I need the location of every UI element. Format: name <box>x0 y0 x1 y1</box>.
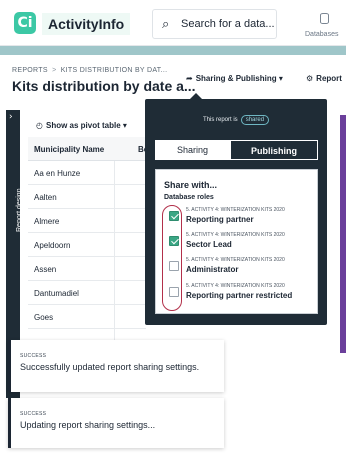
table-row: Apeldoorn <box>28 233 146 257</box>
role-database: 5. ACTIVITY 4: WINTERIZATION KITS 2020 <box>186 257 285 263</box>
shared-badge: shared <box>240 115 270 125</box>
role-administrator[interactable]: 5. ACTIVITY 4: WINTERIZATION KITS 2020 A… <box>169 257 317 281</box>
table-row: Aalten <box>28 185 146 209</box>
activityinfo-logo-icon[interactable]: Ci <box>14 12 36 34</box>
table-row: Aa en Hunze <box>28 161 146 185</box>
search-box[interactable]: ⌕ Search for a data... <box>152 9 277 39</box>
toast-message: Successfully updated report sharing sett… <box>20 362 200 372</box>
breadcrumb: REPORTS > KITS DISTRIBUTION BY DAT... <box>12 67 167 74</box>
pivot-table-icon: ◴ <box>36 121 43 130</box>
breadcrumb-separator: > <box>52 67 57 74</box>
app-name[interactable]: ActivityInfo <box>42 13 131 35</box>
caret-down-icon: ▾ <box>278 74 283 83</box>
databases-nav-label[interactable]: Databases <box>305 31 338 38</box>
role-reporting-partner-restricted[interactable]: 5. ACTIVITY 4: WINTERIZATION KITS 2020 R… <box>169 283 317 307</box>
search-input[interactable]: Search for a data... <box>181 18 275 30</box>
database-roles-heading: Database roles <box>164 194 214 201</box>
toast-notification[interactable]: SUCCESS Updating report sharing settings… <box>8 398 224 448</box>
share-status: This report is shared <box>203 115 270 125</box>
role-reporting-partner[interactable]: 5. ACTIVITY 4: WINTERIZATION KITS 2020 R… <box>169 207 317 231</box>
top-bar: Ci ActivityInfo ⌕ Search for a data... D… <box>0 0 346 46</box>
role-name: Reporting partner <box>186 215 254 224</box>
role-name: Sector Lead <box>186 240 232 249</box>
share-status-text: This report is <box>203 117 238 123</box>
role-database: 5. ACTIVITY 4: WINTERIZATION KITS 2020 <box>186 283 285 289</box>
breadcrumb-reports[interactable]: REPORTS <box>12 67 48 74</box>
table-header-municipality: Municipality Name <box>28 137 146 161</box>
side-panel-edge <box>340 115 346 353</box>
toast-kind: SUCCESS <box>20 411 47 417</box>
chevron-right-icon: › <box>9 112 13 122</box>
report-button[interactable]: ⚙ Report <box>306 74 342 83</box>
popover-tabs: Sharing Publishing <box>155 140 318 160</box>
pivot-toolbar-label: Show as pivot table <box>45 121 121 130</box>
search-icon: ⌕ <box>162 17 170 32</box>
database-icon[interactable] <box>320 13 329 24</box>
role-name: Administrator <box>186 265 239 274</box>
table-row: Almere <box>28 209 146 233</box>
toast-message: Updating report sharing settings... <box>20 420 156 430</box>
table-row: Dantumadiel <box>28 281 146 305</box>
sharing-publishing-label: Sharing & Publishing <box>195 74 277 83</box>
sharing-publishing-button[interactable]: ➦ Sharing & Publishing ▾ <box>186 74 286 88</box>
show-as-pivot-table-dropdown[interactable]: ◴ Show as pivot table ▾ <box>36 121 130 130</box>
role-sector-lead[interactable]: 5. ACTIVITY 4: WINTERIZATION KITS 2020 S… <box>169 232 317 256</box>
checkbox-highlight-annotation <box>162 205 182 311</box>
role-name: Reporting partner restricted <box>186 291 293 300</box>
tab-sharing[interactable]: Sharing <box>155 140 230 160</box>
toast-kind: SUCCESS <box>20 353 47 359</box>
page-title: Kits distribution by date a... <box>12 78 196 94</box>
gear-icon: ⚙ <box>306 74 314 83</box>
table-row: Assen <box>28 257 146 281</box>
tab-publishing[interactable]: Publishing <box>230 140 318 160</box>
pivot-table: Municipality Name Be Aa en Hunze Aalten … <box>28 137 148 329</box>
table-column-divider <box>114 161 115 351</box>
share-with-heading: Share with... <box>164 180 218 190</box>
toast-notification[interactable]: SUCCESS Successfully updated report shar… <box>8 340 224 392</box>
caret-down-icon: ▾ <box>122 121 127 130</box>
table-row: Goes <box>28 305 146 329</box>
report-label: Report <box>316 74 342 83</box>
header-accent-strip <box>0 46 346 55</box>
share-icon: ➦ <box>186 74 193 83</box>
role-database: 5. ACTIVITY 4: WINTERIZATION KITS 2020 <box>186 207 285 213</box>
role-database: 5. ACTIVITY 4: WINTERIZATION KITS 2020 <box>186 232 285 238</box>
breadcrumb-current: KITS DISTRIBUTION BY DAT... <box>60 67 168 74</box>
report-design-label: Report design <box>16 188 23 232</box>
